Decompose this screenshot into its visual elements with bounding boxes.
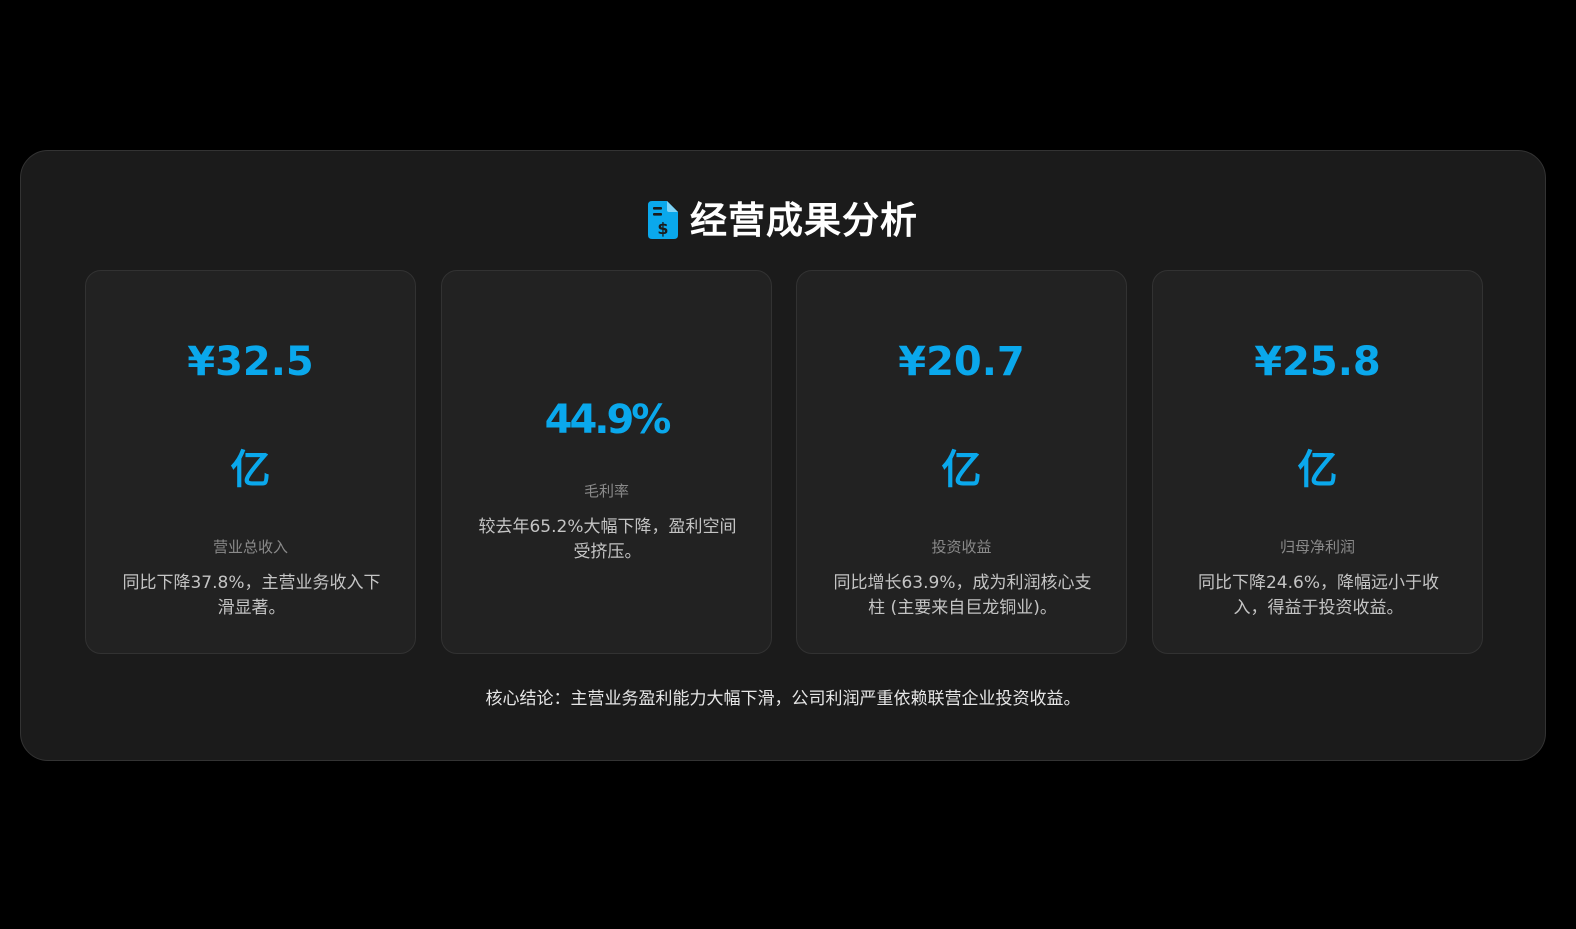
metric-label: 归母净利润 bbox=[1279, 538, 1355, 556]
metric-card-investment-income: ¥20.7 亿 投资收益 同比增长63.9%，成为利润核心支柱 (主要来自巨龙铜… bbox=[796, 270, 1127, 654]
metric-description: 同比增长63.9%，成为利润核心支柱 (主要来自巨龙铜业)。 bbox=[833, 573, 1092, 618]
metric-description: 同比下降37.8%，主营业务收入下滑显著。 bbox=[122, 573, 381, 618]
metric-cards: ¥32.5 亿 营业总收入 同比下降37.8%，主营业务收入下滑显著。 44.9… bbox=[85, 270, 1483, 654]
invoice-dollar-icon: $ bbox=[648, 201, 678, 239]
metric-value-unit: 亿 bbox=[941, 447, 982, 493]
metric-value-unit: 亿 bbox=[1297, 447, 1338, 493]
metric-value-unit: 亿 bbox=[230, 447, 271, 493]
metric-description: 较去年65.2%大幅下降，盈利空间受挤压。 bbox=[478, 517, 737, 562]
metric-value: ¥25.8 bbox=[1254, 339, 1381, 385]
section-header: $ 经营成果分析 bbox=[21, 195, 1545, 245]
metric-value: ¥32.5 bbox=[187, 339, 314, 385]
svg-text:$: $ bbox=[657, 219, 668, 238]
metric-card-net-profit: ¥25.8 亿 归母净利润 同比下降24.6%，降幅远小于收入，得益于投资收益。 bbox=[1152, 270, 1483, 654]
analysis-panel: $ 经营成果分析 ¥32.5 亿 营业总收入 同比下降37.8%，主营业务收入下… bbox=[20, 150, 1546, 761]
metric-label: 毛利率 bbox=[583, 482, 629, 500]
core-conclusion: 核心结论：主营业务盈利能力大幅下滑，公司利润严重依赖联营企业投资收益。 bbox=[485, 689, 1081, 709]
metric-description: 同比下降24.6%，降幅远小于收入，得益于投资收益。 bbox=[1197, 573, 1439, 618]
metric-value: 44.9% bbox=[544, 397, 672, 443]
metric-label: 投资收益 bbox=[931, 538, 992, 556]
metric-label: 营业总收入 bbox=[212, 538, 288, 556]
metric-card-gross-margin: 44.9% 毛利率 较去年65.2%大幅下降，盈利空间受挤压。 bbox=[441, 270, 772, 654]
section-title: 经营成果分析 bbox=[690, 198, 918, 242]
metric-value: ¥20.7 bbox=[898, 339, 1025, 385]
metric-card-revenue: ¥32.5 亿 营业总收入 同比下降37.8%，主营业务收入下滑显著。 bbox=[85, 270, 416, 654]
